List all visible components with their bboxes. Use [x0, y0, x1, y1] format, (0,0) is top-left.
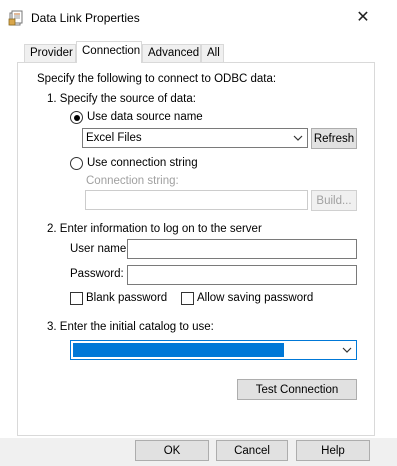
conn-string-caption: Connection string: [86, 175, 179, 187]
conn-string-input[interactable] [85, 190, 308, 210]
intro-text: Specify the following to connect to ODBC… [37, 73, 277, 85]
username-field[interactable] [127, 239, 357, 259]
tab-provider[interactable]: Provider [24, 44, 76, 62]
close-icon: ✕ [356, 9, 370, 26]
refresh-button[interactable]: Refresh [311, 128, 357, 149]
tab-connection[interactable]: Connection [76, 41, 142, 63]
tab-advanced[interactable]: Advanced [142, 44, 201, 62]
step1-heading: 1. Specify the source of data: [47, 93, 196, 105]
password-label: Password: [70, 268, 124, 280]
use-dsn-label[interactable]: Use data source name [87, 111, 203, 123]
use-dsn-radio[interactable] [70, 111, 83, 124]
chevron-down-icon [293, 135, 303, 141]
step3-heading: 3. Enter the initial catalog to use: [47, 321, 214, 333]
use-conn-string-radio[interactable] [70, 157, 83, 170]
test-connection-label: Test Connection [255, 383, 339, 396]
test-connection-button[interactable]: Test Connection [237, 379, 357, 400]
username-label: User name: [70, 243, 130, 255]
build-label: Build... [316, 194, 352, 207]
use-conn-string-label[interactable]: Use connection string [87, 157, 198, 169]
allow-saving-password-label[interactable]: Allow saving password [197, 292, 313, 304]
cancel-label: Cancel [234, 444, 270, 457]
window-title: Data Link Properties [31, 11, 140, 25]
step2-heading: 2. Enter information to log on to the se… [47, 223, 262, 235]
tab-label: Advanced [148, 47, 200, 59]
dsn-select[interactable]: Excel Files [82, 128, 308, 148]
close-button[interactable]: ✕ [346, 4, 380, 30]
tab-all[interactable]: All [201, 44, 224, 62]
cancel-button[interactable]: Cancel [216, 440, 288, 461]
dsn-value: Excel Files [86, 132, 142, 144]
blank-password-checkbox[interactable] [70, 292, 83, 305]
ok-label: OK [163, 444, 181, 457]
ok-button[interactable]: OK [135, 440, 209, 461]
blank-password-label[interactable]: Blank password [86, 292, 167, 304]
build-button[interactable]: Build... [311, 190, 357, 211]
tab-label: Provider [30, 47, 73, 59]
refresh-label: Refresh [313, 132, 355, 145]
help-button[interactable]: Help [296, 440, 370, 461]
password-field[interactable] [127, 265, 357, 285]
help-label: Help [321, 444, 345, 457]
initial-catalog-select[interactable] [70, 340, 357, 360]
chevron-down-icon [342, 347, 352, 353]
tab-label: Connection [82, 45, 141, 57]
allow-saving-password-checkbox[interactable] [181, 292, 194, 305]
data-link-icon [8, 10, 23, 26]
title-bar: Data Link Properties ✕ [0, 0, 397, 34]
catalog-selection-highlight [73, 343, 284, 357]
tab-label: All [207, 47, 220, 59]
